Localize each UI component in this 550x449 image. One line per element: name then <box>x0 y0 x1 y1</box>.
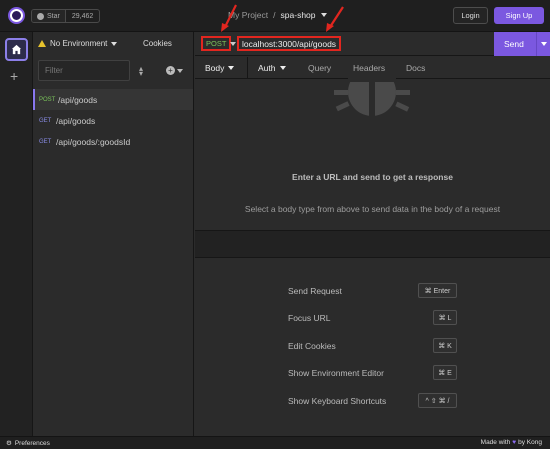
add-icon[interactable]: + <box>10 69 18 83</box>
tab-label: Auth <box>258 63 276 73</box>
tab-query[interactable]: Query <box>308 63 331 73</box>
url-input[interactable]: localhost:3000/api/goods <box>237 36 342 51</box>
home-icon <box>11 44 22 55</box>
request-item[interactable]: GET /api/goods/:goodsId <box>33 131 193 152</box>
sidebar: No Environment Cookies Filter ▴ ▾ + POST … <box>33 32 194 436</box>
gear-icon: ⚙ <box>6 440 12 447</box>
divider <box>536 32 537 56</box>
request-path: /api/goods/:goodsId <box>56 136 131 147</box>
shortcut-key: ^ ⇧ ⌘ / <box>418 393 457 408</box>
method-dropdown[interactable]: POST <box>201 36 232 51</box>
response-empty-state: Enter a URL and send to get a response S… <box>195 78 550 230</box>
send-label: Send <box>504 39 524 49</box>
tab-docs[interactable]: Docs <box>406 63 425 73</box>
annotation-arrows <box>221 4 344 32</box>
chevron-down-icon <box>279 66 286 70</box>
chevron-down-icon[interactable] <box>230 42 236 46</box>
insomnia-logo-icon[interactable] <box>8 7 25 24</box>
insomnia-window: Star 29,462 My Project / spa-shop Login … <box>0 0 550 449</box>
request-method: GET <box>39 117 52 124</box>
shortcut-label: Edit Cookies <box>288 341 336 351</box>
tab-headers[interactable]: Headers <box>353 63 385 73</box>
made-with-label: Made with <box>480 439 511 446</box>
github-star-label: Star <box>47 12 60 20</box>
request-item[interactable]: POST /api/goods <box>33 89 193 110</box>
shortcut-key: ⌘ Enter <box>418 283 457 298</box>
request-item[interactable]: GET /api/goods <box>33 110 193 131</box>
login-button[interactable]: Login <box>453 7 488 24</box>
preferences-button[interactable]: ⚙ Preferences <box>6 439 50 448</box>
sort-icon[interactable]: ▴ ▾ <box>139 65 143 78</box>
empty-state-title: Enter a URL and send to get a response <box>292 172 453 182</box>
shortcut-label: Focus URL <box>288 313 331 323</box>
github-icon <box>37 12 44 20</box>
environment-selector[interactable]: No Environment <box>38 39 118 48</box>
keyboard-shortcuts-panel: Send Request ⌘ Enter Focus URL ⌘ L Edit … <box>195 259 550 436</box>
github-star-button[interactable]: Star <box>32 10 66 22</box>
shortcut-label: Show Environment Editor <box>288 368 384 378</box>
shortcut-label: Show Keyboard Shortcuts <box>288 396 387 406</box>
add-request-button[interactable]: + <box>166 66 183 75</box>
home-button[interactable] <box>5 38 28 61</box>
preferences-label: Preferences <box>14 439 50 447</box>
tab-auth[interactable]: Auth <box>258 63 286 73</box>
warning-icon <box>38 40 46 47</box>
github-star-widget[interactable]: Star 29,462 <box>31 9 101 23</box>
made-with-credit[interactable]: Made with ♥ by Kong <box>481 439 542 446</box>
divider <box>247 57 248 79</box>
send-button[interactable]: Send <box>494 32 550 56</box>
response-bar <box>195 230 550 258</box>
tab-label: Body <box>205 63 225 73</box>
status-bar: ⚙ Preferences Made with ♥ by Kong <box>0 436 550 449</box>
shortcut-label: Send Request <box>288 286 342 296</box>
cookies-button[interactable]: Cookies <box>143 39 172 48</box>
request-path: /api/goods <box>56 115 96 126</box>
shortcut-key: ⌘ E <box>433 365 457 380</box>
heart-icon: ♥ <box>512 439 517 446</box>
request-path: /api/goods <box>58 94 98 105</box>
filter-input[interactable]: Filter <box>38 60 130 81</box>
github-star-count[interactable]: 29,462 <box>66 10 99 22</box>
plus-circle-icon: + <box>166 66 175 75</box>
empty-state-subtitle: Select a body type from above to send da… <box>244 204 501 214</box>
request-method: POST <box>39 96 56 103</box>
chevron-down-icon <box>177 68 183 73</box>
request-tabs: Body Auth Query Headers Docs <box>195 57 550 79</box>
signup-button[interactable]: Sign Up <box>494 7 544 24</box>
tab-body[interactable]: Body <box>205 63 235 73</box>
environment-label: No Environment <box>50 39 108 48</box>
by-kong-label: by Kong <box>518 439 542 446</box>
left-rail: + <box>0 32 33 436</box>
chevron-down-icon[interactable] <box>541 42 547 46</box>
shortcut-key: ⌘ K <box>433 338 457 353</box>
shortcut-key: ⌘ L <box>433 310 457 325</box>
bug-icon <box>334 78 410 116</box>
chevron-down-icon <box>111 41 118 46</box>
request-method: GET <box>39 138 52 145</box>
chevron-down-icon <box>228 66 235 70</box>
